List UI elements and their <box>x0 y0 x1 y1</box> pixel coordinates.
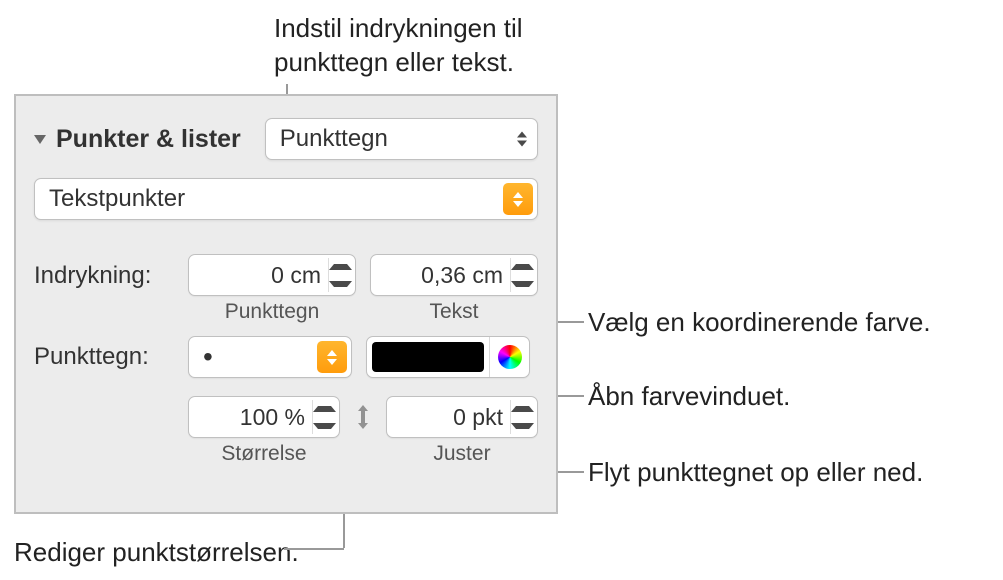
callout-edit-size: Rediger punktstørrelsen. <box>14 536 299 570</box>
list-type-value: Punkttegn <box>280 125 388 153</box>
bullet-char-select[interactable]: • <box>188 336 352 378</box>
color-well <box>366 336 530 378</box>
bullet-char-row: Punkttegn: • <box>34 336 538 378</box>
indent-bullet-stepper[interactable]: 0 cm <box>188 254 356 296</box>
bullet-style-select[interactable]: Tekstpunkter <box>34 178 538 220</box>
chevron-updown-icon <box>517 132 527 147</box>
callout-open-color: Åbn farvevinduet. <box>588 380 790 414</box>
size-align-row: 100 % Størrelse 0 pkt Juster <box>188 396 538 466</box>
align-value: 0 pkt <box>397 404 503 431</box>
color-picker-button[interactable] <box>489 337 529 377</box>
color-wheel-icon <box>498 345 522 369</box>
callout-line <box>284 548 344 550</box>
orange-dropdown-icon <box>503 183 533 215</box>
stepper-buttons[interactable] <box>312 400 336 434</box>
indent-text-sublabel: Tekst <box>370 300 538 324</box>
stepper-buttons[interactable] <box>328 258 352 292</box>
size-sublabel: Størrelse <box>188 442 340 466</box>
indent-bullet-value: 0 cm <box>199 262 321 289</box>
align-stepper[interactable]: 0 pkt <box>386 396 538 438</box>
align-sublabel: Juster <box>386 442 538 466</box>
callout-move-bullet: Flyt punkttegnet op eller ned. <box>588 456 923 490</box>
indent-text-value: 0,36 cm <box>381 262 503 289</box>
callout-coord-color: Vælg en koordinerende farve. <box>588 306 931 340</box>
indent-text-stepper[interactable]: 0,36 cm <box>370 254 538 296</box>
bullet-char-value: • <box>203 341 213 373</box>
orange-dropdown-icon <box>317 341 347 373</box>
color-swatch-button[interactable] <box>372 342 484 372</box>
bullet-style-row: Tekstpunkter <box>34 178 538 220</box>
section-title: Punkter & lister <box>56 125 241 154</box>
indent-label: Indrykning: <box>34 254 188 290</box>
stepper-buttons[interactable] <box>510 400 534 434</box>
bullet-style-value: Tekstpunkter <box>49 185 185 213</box>
list-type-select[interactable]: Punkttegn <box>265 118 538 160</box>
bullet-char-label: Punkttegn: <box>34 343 188 371</box>
size-stepper[interactable]: 100 % <box>188 396 340 438</box>
size-value: 100 % <box>199 404 305 431</box>
callout-indent: Indstil indrykningen til punkttegn eller… <box>274 12 584 80</box>
section-header: Punkter & lister Punkttegn <box>34 118 538 160</box>
indent-bullet-sublabel: Punkttegn <box>188 300 356 324</box>
indent-row: Indrykning: 0 cm Punkttegn 0,36 cm <box>34 254 538 324</box>
vertical-arrows-icon <box>350 396 376 430</box>
stepper-buttons[interactable] <box>510 258 534 292</box>
bullets-lists-panel: Punkter & lister Punkttegn Tekstpunkter … <box>14 94 558 514</box>
disclosure-triangle-icon[interactable] <box>34 135 46 144</box>
